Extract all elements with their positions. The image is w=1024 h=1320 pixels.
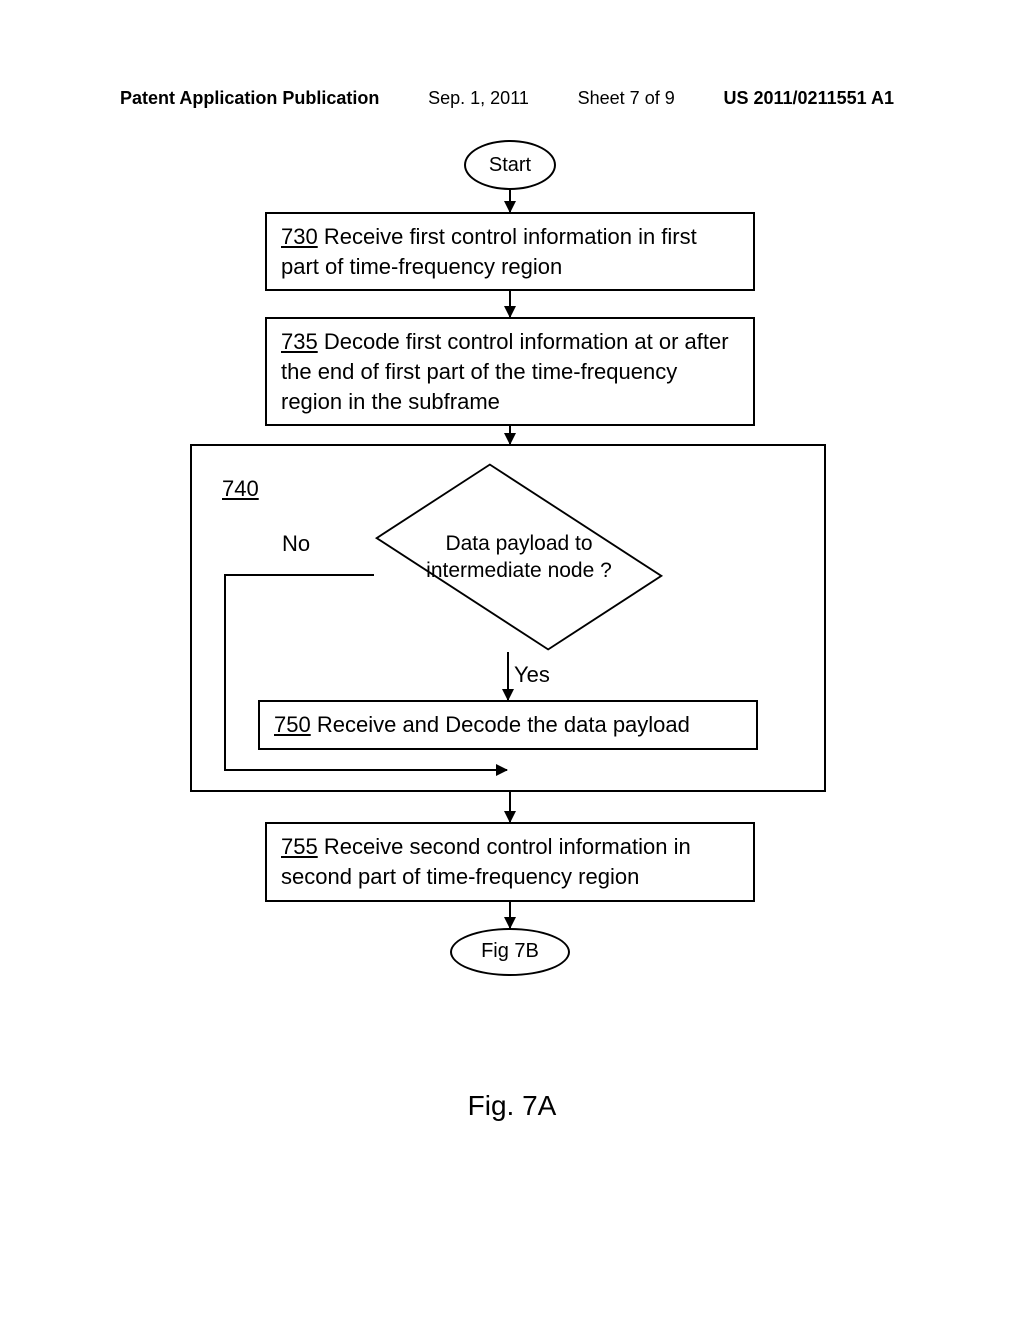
ref-735: 735 bbox=[281, 329, 318, 354]
page-header: Patent Application Publication Sep. 1, 2… bbox=[120, 88, 894, 109]
end-label: Fig 7B bbox=[481, 940, 539, 963]
process-735: 735 Decode first control information at … bbox=[265, 317, 755, 426]
arrow-icon bbox=[507, 652, 509, 700]
arrow-icon bbox=[509, 902, 511, 928]
decision-text: Data payload to intermediate node ? bbox=[409, 530, 629, 585]
start-label: Start bbox=[489, 154, 531, 177]
arrow-icon bbox=[224, 769, 507, 771]
decision-740: Data payload to intermediate node ? bbox=[379, 462, 659, 652]
arrow-icon bbox=[509, 291, 511, 317]
text-755: Receive second control information in se… bbox=[281, 834, 691, 889]
publication-number: US 2011/0211551 A1 bbox=[723, 88, 893, 109]
publication-label: Patent Application Publication bbox=[120, 88, 379, 109]
decision-group-740: 740 No Data payload to intermediate node… bbox=[190, 444, 826, 792]
text-750: Receive and Decode the data payload bbox=[317, 712, 690, 737]
start-terminal: Start bbox=[464, 140, 556, 190]
arrow-icon bbox=[509, 426, 511, 444]
flowchart-figure: Start 730 Receive first control informat… bbox=[190, 140, 830, 976]
process-750: 750 Receive and Decode the data payload bbox=[258, 700, 758, 750]
end-terminal: Fig 7B bbox=[450, 928, 570, 976]
branch-yes-label: Yes bbox=[514, 662, 550, 688]
text-735: Decode first control information at or a… bbox=[281, 329, 729, 413]
arrow-icon bbox=[509, 792, 511, 822]
ref-750: 750 bbox=[274, 712, 311, 737]
process-730: 730 Receive first control information in… bbox=[265, 212, 755, 291]
process-755: 755 Receive second control information i… bbox=[265, 822, 755, 901]
text-730: Receive first control information in fir… bbox=[281, 224, 697, 279]
arrow-icon bbox=[509, 190, 511, 212]
ref-730: 730 bbox=[281, 224, 318, 249]
ref-755: 755 bbox=[281, 834, 318, 859]
figure-caption: Fig. 7A bbox=[0, 1090, 1024, 1122]
publication-date: Sep. 1, 2011 bbox=[428, 88, 529, 109]
sheet-number: Sheet 7 of 9 bbox=[578, 88, 675, 109]
